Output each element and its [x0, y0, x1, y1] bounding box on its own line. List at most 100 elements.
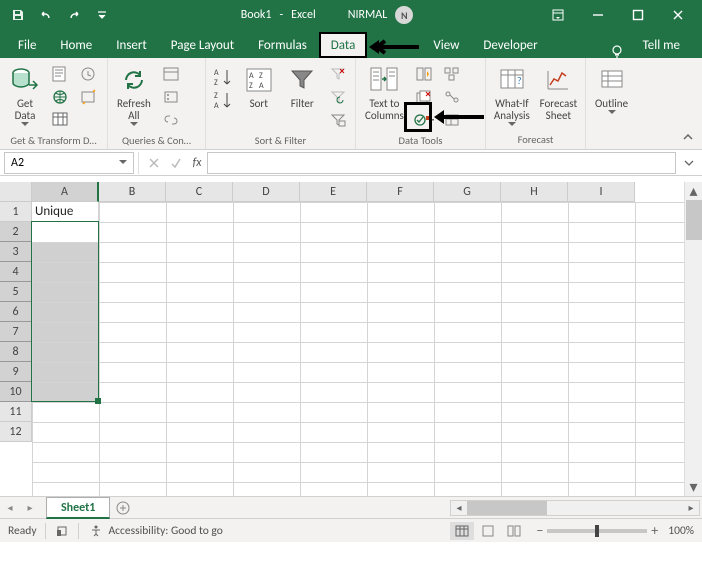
- properties-icon[interactable]: [160, 87, 182, 107]
- cell-A1[interactable]: Unique: [32, 202, 99, 222]
- vertical-scrollbar[interactable]: ▴ ▾: [684, 182, 702, 496]
- zoom-in-icon[interactable]: +: [651, 522, 658, 539]
- col-header-G[interactable]: G: [434, 182, 501, 202]
- tab-page-layout[interactable]: Page Layout: [159, 32, 246, 58]
- scroll-up-icon[interactable]: ▴: [685, 182, 702, 200]
- tab-formulas[interactable]: Formulas: [246, 32, 319, 58]
- sheet-tab-sheet1[interactable]: Sheet1: [46, 497, 110, 519]
- col-header-F[interactable]: F: [367, 182, 434, 202]
- fx-icon[interactable]: fx: [187, 156, 207, 170]
- col-header-D[interactable]: D: [233, 182, 300, 202]
- row-header-2[interactable]: 2: [0, 222, 32, 242]
- redo-icon[interactable]: [60, 1, 88, 29]
- existing-connections-icon[interactable]: [78, 87, 100, 107]
- name-box[interactable]: A2: [4, 152, 134, 174]
- from-web-icon[interactable]: [50, 87, 72, 107]
- text-to-columns-button[interactable]: Text to Columns: [359, 60, 410, 122]
- tab-scroll-right-icon[interactable]: ▸: [20, 497, 40, 518]
- filter-button[interactable]: Filter: [281, 60, 325, 110]
- queries-connections-icon[interactable]: [160, 64, 182, 84]
- what-if-button[interactable]: ? What-If Analysis: [489, 60, 535, 126]
- row-header-8[interactable]: 8: [0, 342, 32, 362]
- normal-view-icon[interactable]: [450, 522, 474, 540]
- row-header-4[interactable]: 4: [0, 262, 32, 282]
- outline-button[interactable]: Outline: [589, 60, 634, 114]
- scroll-down-icon[interactable]: ▾: [685, 478, 702, 496]
- tab-home[interactable]: Home: [48, 32, 104, 58]
- accessibility-status[interactable]: Accessibility: Good to go: [109, 524, 223, 538]
- horizontal-scrollbar[interactable]: ◂ ▸: [450, 500, 700, 516]
- undo-icon[interactable]: [32, 1, 60, 29]
- relationships-icon[interactable]: [441, 87, 463, 107]
- zoom-slider[interactable]: [547, 529, 647, 533]
- reapply-icon[interactable]: [327, 87, 349, 107]
- advanced-filter-icon[interactable]: [327, 110, 349, 130]
- tell-me[interactable]: Tell me: [631, 32, 696, 58]
- page-break-view-icon[interactable]: [502, 522, 526, 540]
- ribbon-options-icon[interactable]: [538, 0, 578, 30]
- sort-button[interactable]: AZZA Sort: [237, 60, 281, 110]
- chevron-down-icon: [119, 160, 127, 165]
- sort-az-icon[interactable]: AZ: [212, 68, 234, 88]
- macro-record-icon[interactable]: [54, 525, 70, 537]
- accessibility-icon[interactable]: [87, 524, 105, 538]
- tab-data[interactable]: Data: [319, 32, 368, 58]
- recent-sources-icon[interactable]: [78, 64, 100, 84]
- new-sheet-button[interactable]: [110, 497, 136, 518]
- row-header-9[interactable]: 9: [0, 362, 32, 382]
- enter-icon[interactable]: [165, 152, 187, 174]
- minimize-icon[interactable]: [578, 0, 618, 30]
- tab-insert[interactable]: Insert: [104, 32, 159, 58]
- col-header-H[interactable]: H: [501, 182, 568, 202]
- row-header-10[interactable]: 10: [0, 382, 32, 402]
- row-header-12[interactable]: 12: [0, 422, 32, 442]
- from-table-icon[interactable]: [50, 110, 72, 130]
- row-header-5[interactable]: 5: [0, 282, 32, 302]
- edit-links-icon[interactable]: [160, 110, 182, 130]
- scroll-left-icon[interactable]: ◂: [451, 501, 467, 514]
- row-header-3[interactable]: 3: [0, 242, 32, 262]
- user-avatar[interactable]: N: [395, 6, 413, 24]
- maximize-icon[interactable]: [618, 0, 658, 30]
- clear-filter-icon[interactable]: [327, 64, 349, 84]
- scroll-right-icon[interactable]: ▸: [683, 501, 699, 514]
- lightbulb-icon[interactable]: [607, 44, 627, 58]
- refresh-all-button[interactable]: Refresh All: [111, 60, 157, 126]
- expand-formula-bar-icon[interactable]: [680, 152, 698, 174]
- save-icon[interactable]: [4, 1, 32, 29]
- consolidate-icon[interactable]: [441, 64, 463, 84]
- zoom-out-icon[interactable]: −: [536, 522, 543, 539]
- formula-bar[interactable]: [207, 152, 676, 174]
- select-all-corner[interactable]: [0, 182, 32, 202]
- cell-A2[interactable]: [32, 222, 99, 242]
- tab-developer[interactable]: Developer: [471, 32, 549, 58]
- qat-dropdown-icon[interactable]: [88, 1, 116, 29]
- from-text-icon[interactable]: [50, 64, 72, 84]
- get-data-button[interactable]: Get Data: [3, 60, 47, 126]
- col-header-A[interactable]: A: [32, 182, 99, 202]
- row-header-6[interactable]: 6: [0, 302, 32, 322]
- col-header-I[interactable]: I: [568, 182, 635, 202]
- sort-za-icon[interactable]: ZA: [212, 91, 234, 111]
- cancel-icon[interactable]: [143, 152, 165, 174]
- col-header-C[interactable]: C: [166, 182, 233, 202]
- flash-fill-icon[interactable]: [413, 64, 435, 84]
- collapse-ribbon-icon[interactable]: [680, 129, 696, 145]
- forecast-sheet-button[interactable]: Forecast Sheet: [535, 60, 582, 122]
- zoom-level[interactable]: 100%: [668, 524, 694, 538]
- tab-view[interactable]: View: [421, 32, 471, 58]
- row-header-7[interactable]: 7: [0, 322, 32, 342]
- cell-grid[interactable]: /*cells generated below via JS-like but …: [32, 202, 684, 496]
- row-header-11[interactable]: 11: [0, 402, 32, 422]
- col-header-B[interactable]: B: [99, 182, 166, 202]
- row-header-1[interactable]: 1: [0, 202, 32, 222]
- zoom-handle[interactable]: [595, 525, 599, 537]
- tab-scroll-left-icon[interactable]: ◂: [0, 497, 20, 518]
- worksheet-grid[interactable]: A B C D E F G H I 1 2 3 4 5 6 7 8 9 10 1…: [0, 176, 702, 496]
- close-icon[interactable]: [658, 0, 698, 30]
- hscroll-thumb[interactable]: [467, 501, 547, 515]
- tab-file[interactable]: File: [6, 32, 48, 58]
- page-layout-view-icon[interactable]: [476, 522, 500, 540]
- scroll-thumb[interactable]: [686, 200, 702, 240]
- col-header-E[interactable]: E: [300, 182, 367, 202]
